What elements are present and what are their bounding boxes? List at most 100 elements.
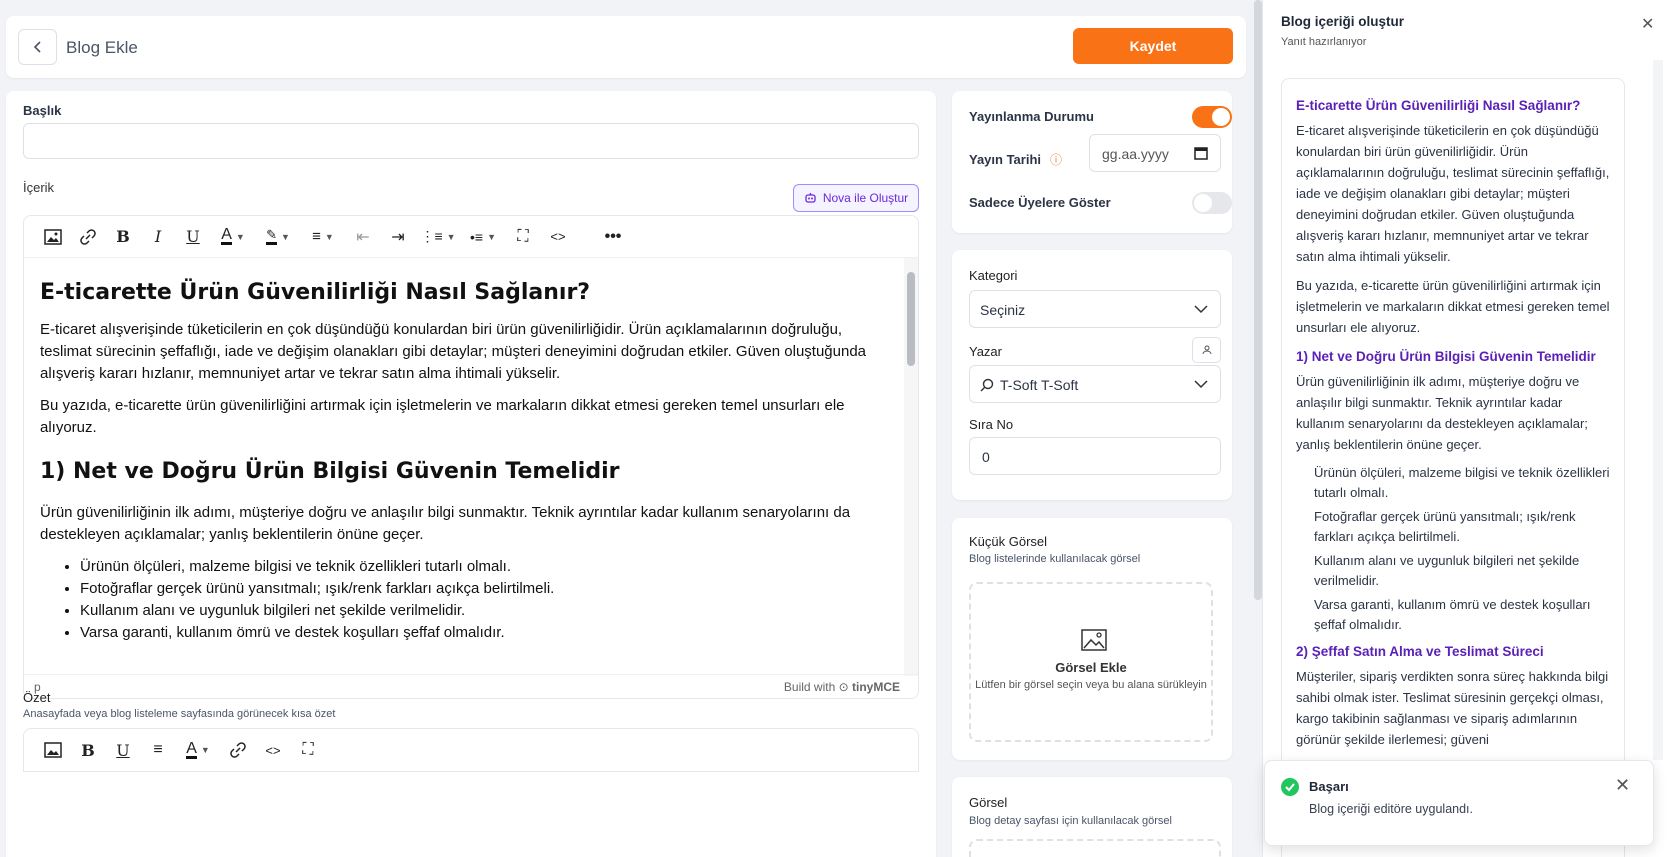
editor-heading-1: E-ticarette Ürün Güvenilirliği Nasıl Sağ… bbox=[40, 280, 591, 305]
ai-paragraph-1: E-ticaret alışverişinde tüketicilerin en… bbox=[1296, 123, 1610, 264]
publish-date-input[interactable]: gg.aa.yyyy bbox=[1089, 134, 1221, 172]
list-item: Ürünün ölçüleri, malzeme bilgisi ve tekn… bbox=[80, 556, 888, 578]
image-dropzone[interactable] bbox=[969, 839, 1221, 857]
search-icon bbox=[980, 378, 994, 392]
content-editor: B I U A ▼ ✎ ▼ ≡ ▼ ⇤ ⇥ ⋮≡ ▼ •≡ ▼ ⛶ <> ••• E-ti… bbox=[23, 215, 919, 699]
bullet-list-icon[interactable]: •≡ ▼ bbox=[463, 223, 503, 251]
image-icon[interactable] bbox=[38, 223, 68, 251]
main-form-card: Başlık İçerik Nova ile Oluştur B I U A ▼ … bbox=[6, 91, 936, 857]
list-item: Ürünün ölçüleri, malzeme bilgisi ve tekn… bbox=[1314, 465, 1610, 500]
list-item: Fotoğraflar gerçek ürünü yansıtmalı; ışı… bbox=[1314, 509, 1576, 544]
italic-icon[interactable]: I bbox=[143, 223, 173, 251]
dropzone-title: Görsel Ekle bbox=[1055, 660, 1127, 675]
ai-heading-3: 2) Şeffaf Satın Alma ve Teslimat Süreci bbox=[1296, 644, 1544, 659]
summary-hint: Anasayfada veya blog listeleme sayfasınd… bbox=[23, 708, 336, 720]
tinymce-brand-text: tinyMCE bbox=[852, 680, 900, 694]
image-icon[interactable] bbox=[38, 736, 68, 764]
page-title: Blog Ekle bbox=[66, 38, 138, 57]
toast-title: Başarı bbox=[1309, 779, 1349, 794]
numbered-list-icon[interactable]: ⋮≡ ▼ bbox=[418, 223, 458, 251]
calendar-icon[interactable] bbox=[1194, 146, 1208, 160]
author-selected: T-Soft T-Soft bbox=[1000, 377, 1079, 393]
text-color-icon[interactable]: A ▼ bbox=[213, 223, 253, 251]
user-icon bbox=[1202, 345, 1211, 355]
fullscreen-icon[interactable]: ⛶ bbox=[508, 223, 538, 251]
underline-icon[interactable]: U bbox=[108, 736, 138, 764]
back-button[interactable] bbox=[18, 29, 57, 65]
category-selected: Seçiniz bbox=[980, 302, 1026, 318]
robot-icon bbox=[805, 193, 816, 203]
page-scrollbar[interactable] bbox=[1254, 0, 1262, 600]
bold-icon[interactable]: B bbox=[108, 223, 138, 251]
nova-generate-label: Nova ile Oluştur bbox=[822, 191, 909, 205]
text-color-icon[interactable]: A ▼ bbox=[178, 736, 218, 764]
title-input[interactable] bbox=[23, 123, 919, 159]
publish-status-toggle[interactable] bbox=[1192, 106, 1232, 128]
category-select[interactable]: Seçiniz bbox=[969, 290, 1221, 328]
image-label: Görsel bbox=[969, 795, 1008, 810]
publish-date-placeholder: gg.aa.yyyy bbox=[1102, 146, 1169, 162]
image-hint: Blog detay sayfası için kullanılacak gör… bbox=[969, 815, 1172, 827]
panel-scrollbar[interactable] bbox=[1653, 60, 1663, 760]
save-button[interactable]: Kaydet bbox=[1073, 28, 1233, 64]
summary-toolbar: B U ≡ A ▼ <> ⛶ bbox=[23, 728, 919, 772]
editor-statusbar: p Build with ⊙ tinyMCE bbox=[24, 674, 918, 698]
chevron-down-icon bbox=[1194, 305, 1208, 314]
top-bar: Blog Ekle Kaydet bbox=[6, 16, 1246, 78]
image-placeholder-icon bbox=[1081, 629, 1107, 651]
fullscreen-icon[interactable]: ⛶ bbox=[293, 736, 323, 764]
nova-generate-button[interactable]: Nova ile Oluştur bbox=[793, 184, 919, 212]
list-item: Varsa garanti, kullanım ömrü ve destek k… bbox=[80, 622, 888, 644]
meta-card: Kategori Seçiniz Yazar T-Soft T-Soft Sır… bbox=[952, 250, 1232, 500]
list-item: Fotoğraflar gerçek ürünü yansıtmalı; ışı… bbox=[80, 578, 888, 600]
bold-icon[interactable]: B bbox=[73, 736, 103, 764]
ai-paragraph-4: Müşteriler, sipariş verdikten sonra süre… bbox=[1296, 669, 1609, 747]
tinymce-logo-icon: ⊙ bbox=[838, 680, 849, 694]
indent-icon[interactable]: ⇥ bbox=[383, 223, 413, 251]
panel-subtitle: Yanıt hazırlanıyor bbox=[1281, 36, 1367, 48]
thumbnail-label: Küçük Görsel bbox=[969, 534, 1048, 549]
close-icon[interactable]: ✕ bbox=[1641, 14, 1654, 34]
align-justify-icon[interactable]: ≡ bbox=[143, 736, 173, 764]
order-input[interactable]: 0 bbox=[969, 437, 1221, 475]
highlight-icon[interactable]: ✎ ▼ bbox=[258, 223, 298, 251]
category-label: Kategori bbox=[969, 268, 1018, 283]
members-only-toggle[interactable] bbox=[1192, 192, 1232, 214]
check-circle-icon bbox=[1281, 778, 1299, 796]
editor-paragraph-3: Ürün güvenilirliğinin ilk adımı, müşteri… bbox=[40, 504, 851, 543]
author-profile-button[interactable] bbox=[1192, 337, 1221, 363]
ai-paragraph-2: Bu yazıda, e-ticarette ürün güvenilirliğ… bbox=[1296, 278, 1610, 335]
underline-icon[interactable]: U bbox=[178, 223, 208, 251]
outdent-icon[interactable]: ⇤ bbox=[348, 223, 378, 251]
close-icon[interactable]: ✕ bbox=[1615, 775, 1630, 796]
ai-bullet-list: Ürünün ölçüleri, malzeme bilgisi ve tekn… bbox=[1314, 463, 1610, 635]
editor-toolbar: B I U A ▼ ✎ ▼ ≡ ▼ ⇤ ⇥ ⋮≡ ▼ •≡ ▼ ⛶ <> ••• bbox=[24, 216, 918, 258]
more-icon[interactable]: ••• bbox=[598, 223, 628, 251]
ai-heading-2: 1) Net ve Doğru Ürün Bilgisi Güvenin Tem… bbox=[1296, 349, 1596, 364]
code-icon[interactable]: <> bbox=[258, 736, 288, 764]
chevron-down-icon bbox=[1194, 380, 1208, 389]
dropzone-hint: Lütfen bir görsel seçin veya bu alana sü… bbox=[975, 679, 1207, 691]
list-item: Varsa garanti, kullanım ömrü ve destek k… bbox=[1314, 597, 1591, 632]
publish-date-label: Yayın Tarihi bbox=[969, 152, 1042, 167]
info-icon: ⓘ bbox=[1050, 153, 1063, 167]
author-select[interactable]: T-Soft T-Soft bbox=[969, 365, 1221, 403]
editor-scrollbar[interactable] bbox=[904, 258, 918, 676]
ai-paragraph-3: Ürün güvenilirliğinin ilk adımı, müşteri… bbox=[1296, 374, 1588, 452]
editor-content[interactable]: E-ticarette Ürün Güvenilirliği Nasıl Sağ… bbox=[24, 258, 904, 676]
summary-label: Özet bbox=[23, 690, 51, 705]
thumbnail-dropzone[interactable]: Görsel Ekle Lütfen bir görsel seçin veya… bbox=[969, 582, 1213, 742]
list-item: Kullanım alanı ve uygunluk bilgileri net… bbox=[80, 600, 888, 622]
chevron-left-icon bbox=[33, 41, 41, 53]
editor-scroll-thumb[interactable] bbox=[907, 272, 915, 366]
link-icon[interactable] bbox=[73, 223, 103, 251]
align-icon[interactable]: ≡ ▼ bbox=[303, 223, 343, 251]
code-icon[interactable]: <> bbox=[543, 223, 573, 251]
author-label: Yazar bbox=[969, 344, 1002, 359]
image-card: Görsel Blog detay sayfası için kullanıla… bbox=[952, 777, 1232, 857]
editor-paragraph-1: E-ticaret alışverişinde tüketicilerin en… bbox=[40, 321, 867, 382]
publish-status-label: Yayınlanma Durumu bbox=[969, 109, 1094, 124]
publish-settings-card: Yayınlanma Durumu Yayın Tarihi ⓘ gg.aa.y… bbox=[952, 91, 1232, 233]
link-icon[interactable] bbox=[223, 736, 253, 764]
tinymce-branding[interactable]: Build with ⊙ tinyMCE bbox=[784, 680, 900, 694]
